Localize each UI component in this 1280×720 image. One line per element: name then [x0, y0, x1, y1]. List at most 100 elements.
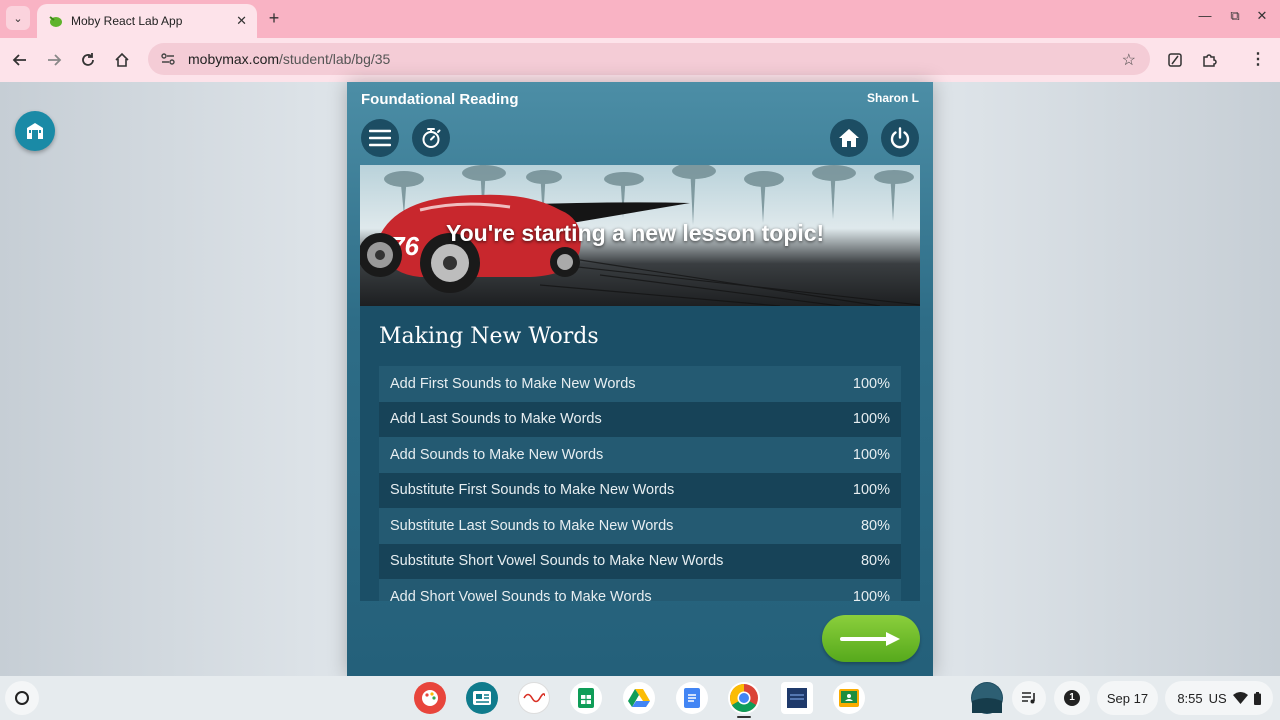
forward-button[interactable] — [42, 48, 66, 72]
classroom-icon — [839, 689, 859, 707]
lesson-name: Add Last Sounds to Make Words — [390, 411, 602, 428]
status-area[interactable]: 8:55 US — [1165, 681, 1273, 715]
lesson-banner: 76 You're starting a new lesson topic! — [360, 165, 920, 306]
menu-button[interactable] — [361, 119, 399, 157]
date-button[interactable]: Sep 17 — [1097, 681, 1158, 715]
lesson-score: 100% — [852, 482, 890, 499]
site-settings-icon — [161, 53, 175, 65]
locale-text: US — [1208, 690, 1227, 706]
home-app-button[interactable] — [830, 119, 868, 157]
home-icon — [115, 52, 129, 67]
avatar-icon — [972, 683, 1002, 713]
notebook-app-icon[interactable] — [781, 682, 813, 714]
home-icon — [839, 129, 859, 147]
power-icon — [890, 127, 910, 149]
reload-button[interactable] — [76, 48, 100, 72]
news-icon — [473, 691, 491, 705]
lesson-score: 100% — [852, 588, 890, 601]
sheets-icon — [578, 688, 594, 708]
lesson-row[interactable]: Substitute Last Sounds to Make New Words… — [379, 508, 901, 544]
lesson-score: 80% — [860, 553, 890, 570]
tab-strip: ⌄ Moby React Lab App ✕ + — ⧉ ✕ — [0, 0, 1280, 38]
lesson-score: 80% — [860, 517, 890, 534]
drive-icon — [628, 689, 650, 707]
lesson-name: Substitute First Sounds to Make New Word… — [390, 482, 675, 499]
url-text: mobymax.com/student/lab/bg/35 — [188, 51, 390, 67]
launcher-icon — [15, 691, 29, 705]
close-window-button[interactable]: ✕ — [1252, 8, 1272, 24]
wave-icon — [523, 693, 545, 703]
media-icon — [1168, 53, 1182, 67]
palette-icon — [422, 690, 438, 706]
home-button[interactable] — [110, 48, 134, 72]
book-icon — [787, 688, 807, 708]
timer-button[interactable] — [412, 119, 450, 157]
lesson-topic-panel: Making New Words Add First Sounds to Mak… — [360, 306, 920, 601]
school-icon — [27, 123, 43, 139]
address-bar[interactable]: mobymax.com/student/lab/bg/35 ☆ — [148, 43, 1150, 75]
moby-favicon-icon — [49, 16, 62, 27]
url-path: /student/lab/bg/35 — [279, 51, 391, 67]
tab-close-icon[interactable]: ✕ — [236, 13, 247, 29]
system-shelf: 1 Sep 17 8:55 US — [0, 676, 1280, 720]
arrow-left-icon — [12, 54, 26, 66]
restore-button[interactable]: ⧉ — [1225, 8, 1245, 24]
sheets-app-icon[interactable] — [570, 682, 602, 714]
url-host: mobymax.com — [188, 51, 280, 67]
user-avatar[interactable] — [971, 682, 1003, 714]
lesson-name: Substitute Last Sounds to Make New Words — [390, 517, 674, 534]
time-text: 8:55 — [1177, 690, 1203, 706]
classroom-reader-icon[interactable] — [466, 682, 498, 714]
lesson-score: 100% — [852, 446, 890, 463]
playlist-icon — [1022, 692, 1035, 704]
reload-icon — [82, 53, 94, 66]
waveform-app-icon[interactable] — [518, 682, 550, 714]
browser-toolbar: mobymax.com/student/lab/bg/35 ☆ ⋮ — [0, 38, 1280, 82]
minimize-button[interactable]: — — [1195, 8, 1215, 23]
cast-button[interactable] — [1163, 48, 1187, 72]
chrome-app-icon[interactable] — [728, 682, 760, 714]
user-name: Sharon L — [866, 91, 919, 105]
launcher-button[interactable] — [5, 681, 39, 715]
lesson-row[interactable]: Substitute Short Vowel Sounds to Make Ne… — [379, 543, 901, 579]
lesson-score: 100% — [852, 375, 890, 392]
lesson-row[interactable]: Add First Sounds to Make New Words 100% — [379, 366, 901, 402]
extensions-button[interactable] — [1197, 48, 1221, 72]
chevron-down-icon: ⌄ — [13, 12, 23, 25]
app-title: Foundational Reading — [361, 91, 519, 108]
lesson-name: Add First Sounds to Make New Words — [390, 375, 636, 392]
page-content: Foundational Reading Sharon L 76 You're … — [0, 82, 1280, 676]
drive-app-icon[interactable] — [623, 682, 655, 714]
lesson-score: 100% — [852, 411, 890, 428]
browser-tab[interactable]: Moby React Lab App ✕ — [37, 4, 257, 38]
lesson-name: Substitute Short Vowel Sounds to Make Ne… — [390, 553, 724, 570]
browser-menu-button[interactable]: ⋮ — [1246, 48, 1270, 72]
back-button[interactable] — [8, 48, 32, 72]
canvas-app-icon[interactable] — [414, 682, 446, 714]
tab-search-button[interactable]: ⌄ — [6, 6, 30, 30]
arrow-right-icon — [840, 631, 900, 646]
new-tab-button[interactable]: + — [264, 8, 284, 28]
active-app-indicator — [737, 716, 751, 718]
notification-button[interactable]: 1 — [1054, 681, 1090, 715]
hamburger-icon — [369, 129, 391, 147]
moby-app-panel: Foundational Reading Sharon L 76 You're … — [347, 82, 933, 676]
stopwatch-icon — [422, 128, 441, 148]
logout-button[interactable] — [881, 119, 919, 157]
battery-icon — [1253, 691, 1261, 705]
arrow-right-icon — [48, 54, 62, 66]
lesson-topic-title: Making New Words — [379, 324, 599, 349]
bookmark-star-icon[interactable]: ☆ — [1122, 50, 1136, 70]
lesson-row[interactable]: Add Last Sounds to Make Words 100% — [379, 401, 901, 437]
lesson-row[interactable]: Add Short Vowel Sounds to Make Words 100% — [379, 579, 901, 601]
classroom-app-icon[interactable] — [833, 682, 865, 714]
next-button[interactable] — [822, 615, 920, 662]
date-text: Sep 17 — [1106, 690, 1149, 706]
docs-icon — [684, 688, 700, 708]
media-controls-button[interactable] — [1012, 681, 1046, 715]
school-launcher-button[interactable] — [15, 111, 55, 151]
lesson-name: Add Sounds to Make New Words — [390, 446, 604, 463]
docs-app-icon[interactable] — [676, 682, 708, 714]
lesson-row[interactable]: Add Sounds to Make New Words 100% — [379, 437, 901, 473]
lesson-row[interactable]: Substitute First Sounds to Make New Word… — [379, 472, 901, 508]
